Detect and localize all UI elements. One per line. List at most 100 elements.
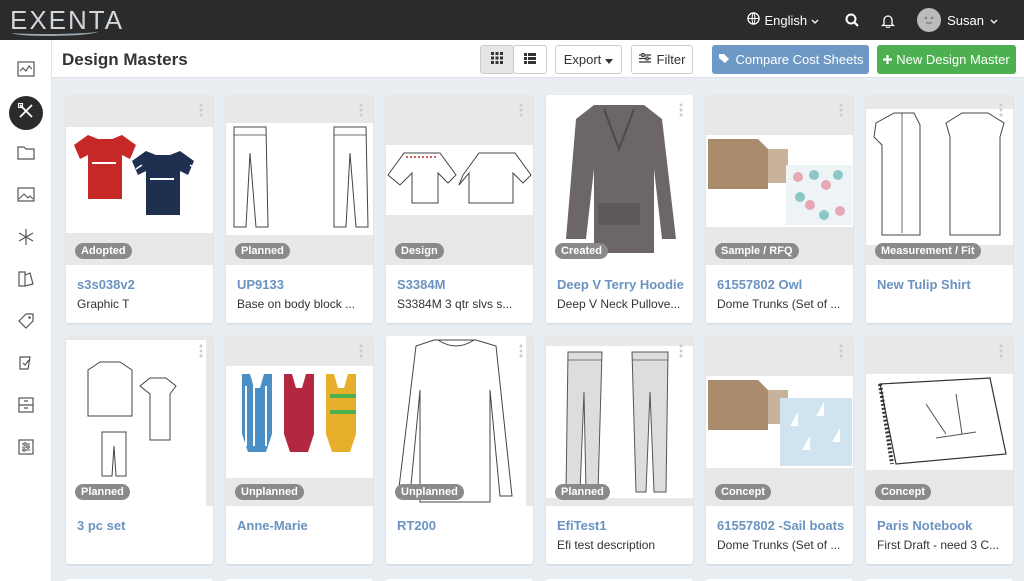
design-card[interactable]: Sample / RFQ 61557802 Owl Dome Trunks (S… [706,95,853,323]
filter-label: Filter [656,52,686,67]
sidebar-item-swatches[interactable] [0,261,52,301]
status-badge: Design [395,243,444,259]
card-thumbnail: Unplanned [226,336,373,506]
card-menu-icon[interactable] [199,103,203,117]
status-badge: Planned [75,484,130,500]
card-description: Deep V Neck Pullove... [557,297,681,311]
design-card[interactable]: Concept Paris Notebook First Draft - nee… [866,336,1013,564]
dashboard-icon [17,60,35,82]
sidebar-item-images[interactable] [0,177,52,217]
design-card[interactable]: Unplanned Anne-Marie [226,336,373,564]
card-menu-icon[interactable] [359,344,363,358]
status-badge: Sample / RFQ [715,243,799,259]
card-description: S3384M 3 qtr slvs s... [397,297,513,311]
caret-down-icon [605,52,614,67]
card-menu-icon[interactable] [999,344,1003,358]
design-card[interactable]: Measurement / Fit New Tulip Shirt [866,95,1013,323]
card-menu-icon[interactable] [999,103,1003,117]
user-menu[interactable]: Susan [917,8,998,32]
card-menu-icon[interactable] [519,344,523,358]
list-view-button[interactable] [513,45,547,74]
design-card[interactable]: Concept 61557802 -Sail boats Dome Trunks… [706,336,853,564]
card-menu-icon[interactable] [199,344,203,358]
compare-cost-sheets-button[interactable]: Compare Cost Sheets [712,45,869,74]
card-thumbnail: Design [386,95,533,265]
status-badge: Unplanned [395,484,464,500]
avatar [917,8,942,32]
longsleeve-illustration [397,339,513,503]
card-title[interactable]: 61557802 -Sail boats [717,518,845,533]
design-card[interactable]: Created Deep V Terry Hoodie Deep V Neck … [546,95,693,323]
grid-view-button[interactable] [480,45,514,74]
card-thumbnail: Concept [866,336,1013,506]
sidebar-item-design[interactable] [0,93,52,133]
card-menu-icon[interactable] [519,103,523,117]
sidebar-item-dashboard[interactable] [0,51,52,91]
sidebar-item-archive[interactable] [0,387,52,427]
card-thumbnail: Planned [226,95,373,265]
notebook-illustration [878,377,1007,465]
grid-icon [491,52,503,67]
card-menu-icon[interactable] [679,344,683,358]
card-title[interactable]: s3s038v2 [77,277,205,292]
card-title[interactable]: EfiTest1 [557,518,685,533]
sidebar-item-tags[interactable] [0,303,52,343]
checklist-icon [17,354,35,377]
sliders-icon [17,438,35,461]
card-menu-icon[interactable] [359,103,363,117]
bell-icon[interactable] [881,13,896,28]
card-title[interactable]: Paris Notebook [877,518,1005,533]
card-menu-icon[interactable] [839,103,843,117]
card-thumbnail: Sample / RFQ [706,95,853,265]
baby-set-illustration [87,361,177,477]
sidebar-item-checklist[interactable] [0,345,52,385]
language-label: English [764,12,808,28]
sidebar-item-settings[interactable] [0,429,52,469]
sidebar-item-folder[interactable] [0,135,52,175]
export-button[interactable]: Export [555,45,622,74]
card-title[interactable]: 61557802 Owl [717,277,845,292]
compare-label: Compare Cost Sheets [735,52,864,67]
sidebar [0,40,52,581]
card-title[interactable]: Anne-Marie [237,518,365,533]
card-title[interactable]: S3384M [397,277,525,292]
image-icon [17,187,35,207]
snowflake-icon [17,228,35,251]
language-selector[interactable]: English [747,12,819,28]
card-menu-icon[interactable] [839,344,843,358]
card-title[interactable]: UP9133 [237,277,365,292]
sidebar-item-materials[interactable] [0,219,52,259]
folder-icon [17,145,35,165]
card-title[interactable]: Deep V Terry Hoodie [557,277,685,292]
design-card[interactable]: Planned 3 pc set [66,336,213,564]
design-card[interactable]: Unplanned RT200 [386,336,533,564]
filter-button[interactable]: Filter [631,45,693,74]
design-card[interactable]: Planned EfiTest1 Efi test description [546,336,693,564]
design-card[interactable]: Adopted s3s038v2 Graphic T [66,95,213,323]
new-design-master-button[interactable]: New Design Master [877,45,1016,74]
card-description: Dome Trunks (Set of ... [717,297,841,311]
tshirt-illustration [74,135,197,215]
card-title[interactable]: RT200 [397,518,525,533]
jeans-illustration [565,351,669,493]
swatch-icon [17,270,35,293]
status-badge: Planned [555,484,610,500]
card-description: Base on body block ... [237,297,356,311]
design-card[interactable]: Design S3384M S3384M 3 qtr slvs s... [386,95,533,323]
tag-icon [17,312,35,335]
card-menu-icon[interactable] [679,103,683,117]
plus-icon [883,52,893,67]
top-navbar: EXENTA English Susan [0,0,1024,40]
status-badge: Concept [715,484,771,500]
swimsuit-illustration [242,374,356,452]
card-title[interactable]: New Tulip Shirt [877,277,1005,292]
blouse-illustration [387,152,532,204]
page-title: Design Masters [62,50,188,69]
search-icon[interactable] [845,13,859,27]
card-description: First Draft - need 3 C... [877,538,1000,552]
tags-icon [718,52,731,67]
design-card[interactable]: Planned UP9133 Base on body block ... [226,95,373,323]
card-title[interactable]: 3 pc set [77,518,205,533]
status-badge: Adopted [75,243,132,259]
card-thumbnail: Measurement / Fit [866,95,1013,265]
